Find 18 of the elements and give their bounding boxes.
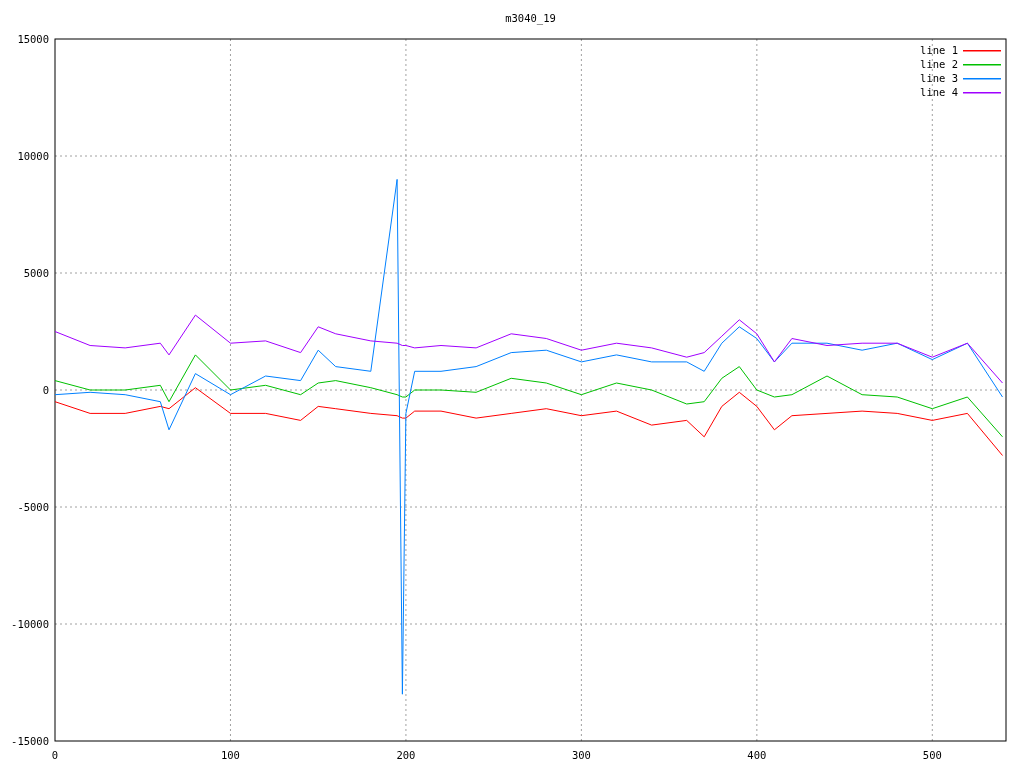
y-tick-label: 5000 [23,267,49,279]
x-tick-label: 0 [51,749,59,761]
legend-label: line 2 [920,58,958,70]
legend-label: line 3 [920,72,958,84]
legend-label: line 4 [920,86,958,98]
x-tick-label: 500 [922,749,942,761]
y-tick-label: 15000 [17,33,49,45]
x-tick-label: 100 [221,749,240,761]
x-tick-label: 200 [396,749,416,761]
y-tick-label: -10000 [11,618,49,630]
y-tick-label: -15000 [11,735,49,747]
x-tick-label: 300 [571,749,591,761]
y-tick-label: 0 [42,384,49,396]
legend-label: line 1 [920,44,958,56]
y-tick-label: 10000 [17,150,49,162]
y-tick-label: -5000 [17,501,49,513]
x-tick-label: 400 [747,749,767,761]
chart-title: m3040_19 [505,12,556,24]
